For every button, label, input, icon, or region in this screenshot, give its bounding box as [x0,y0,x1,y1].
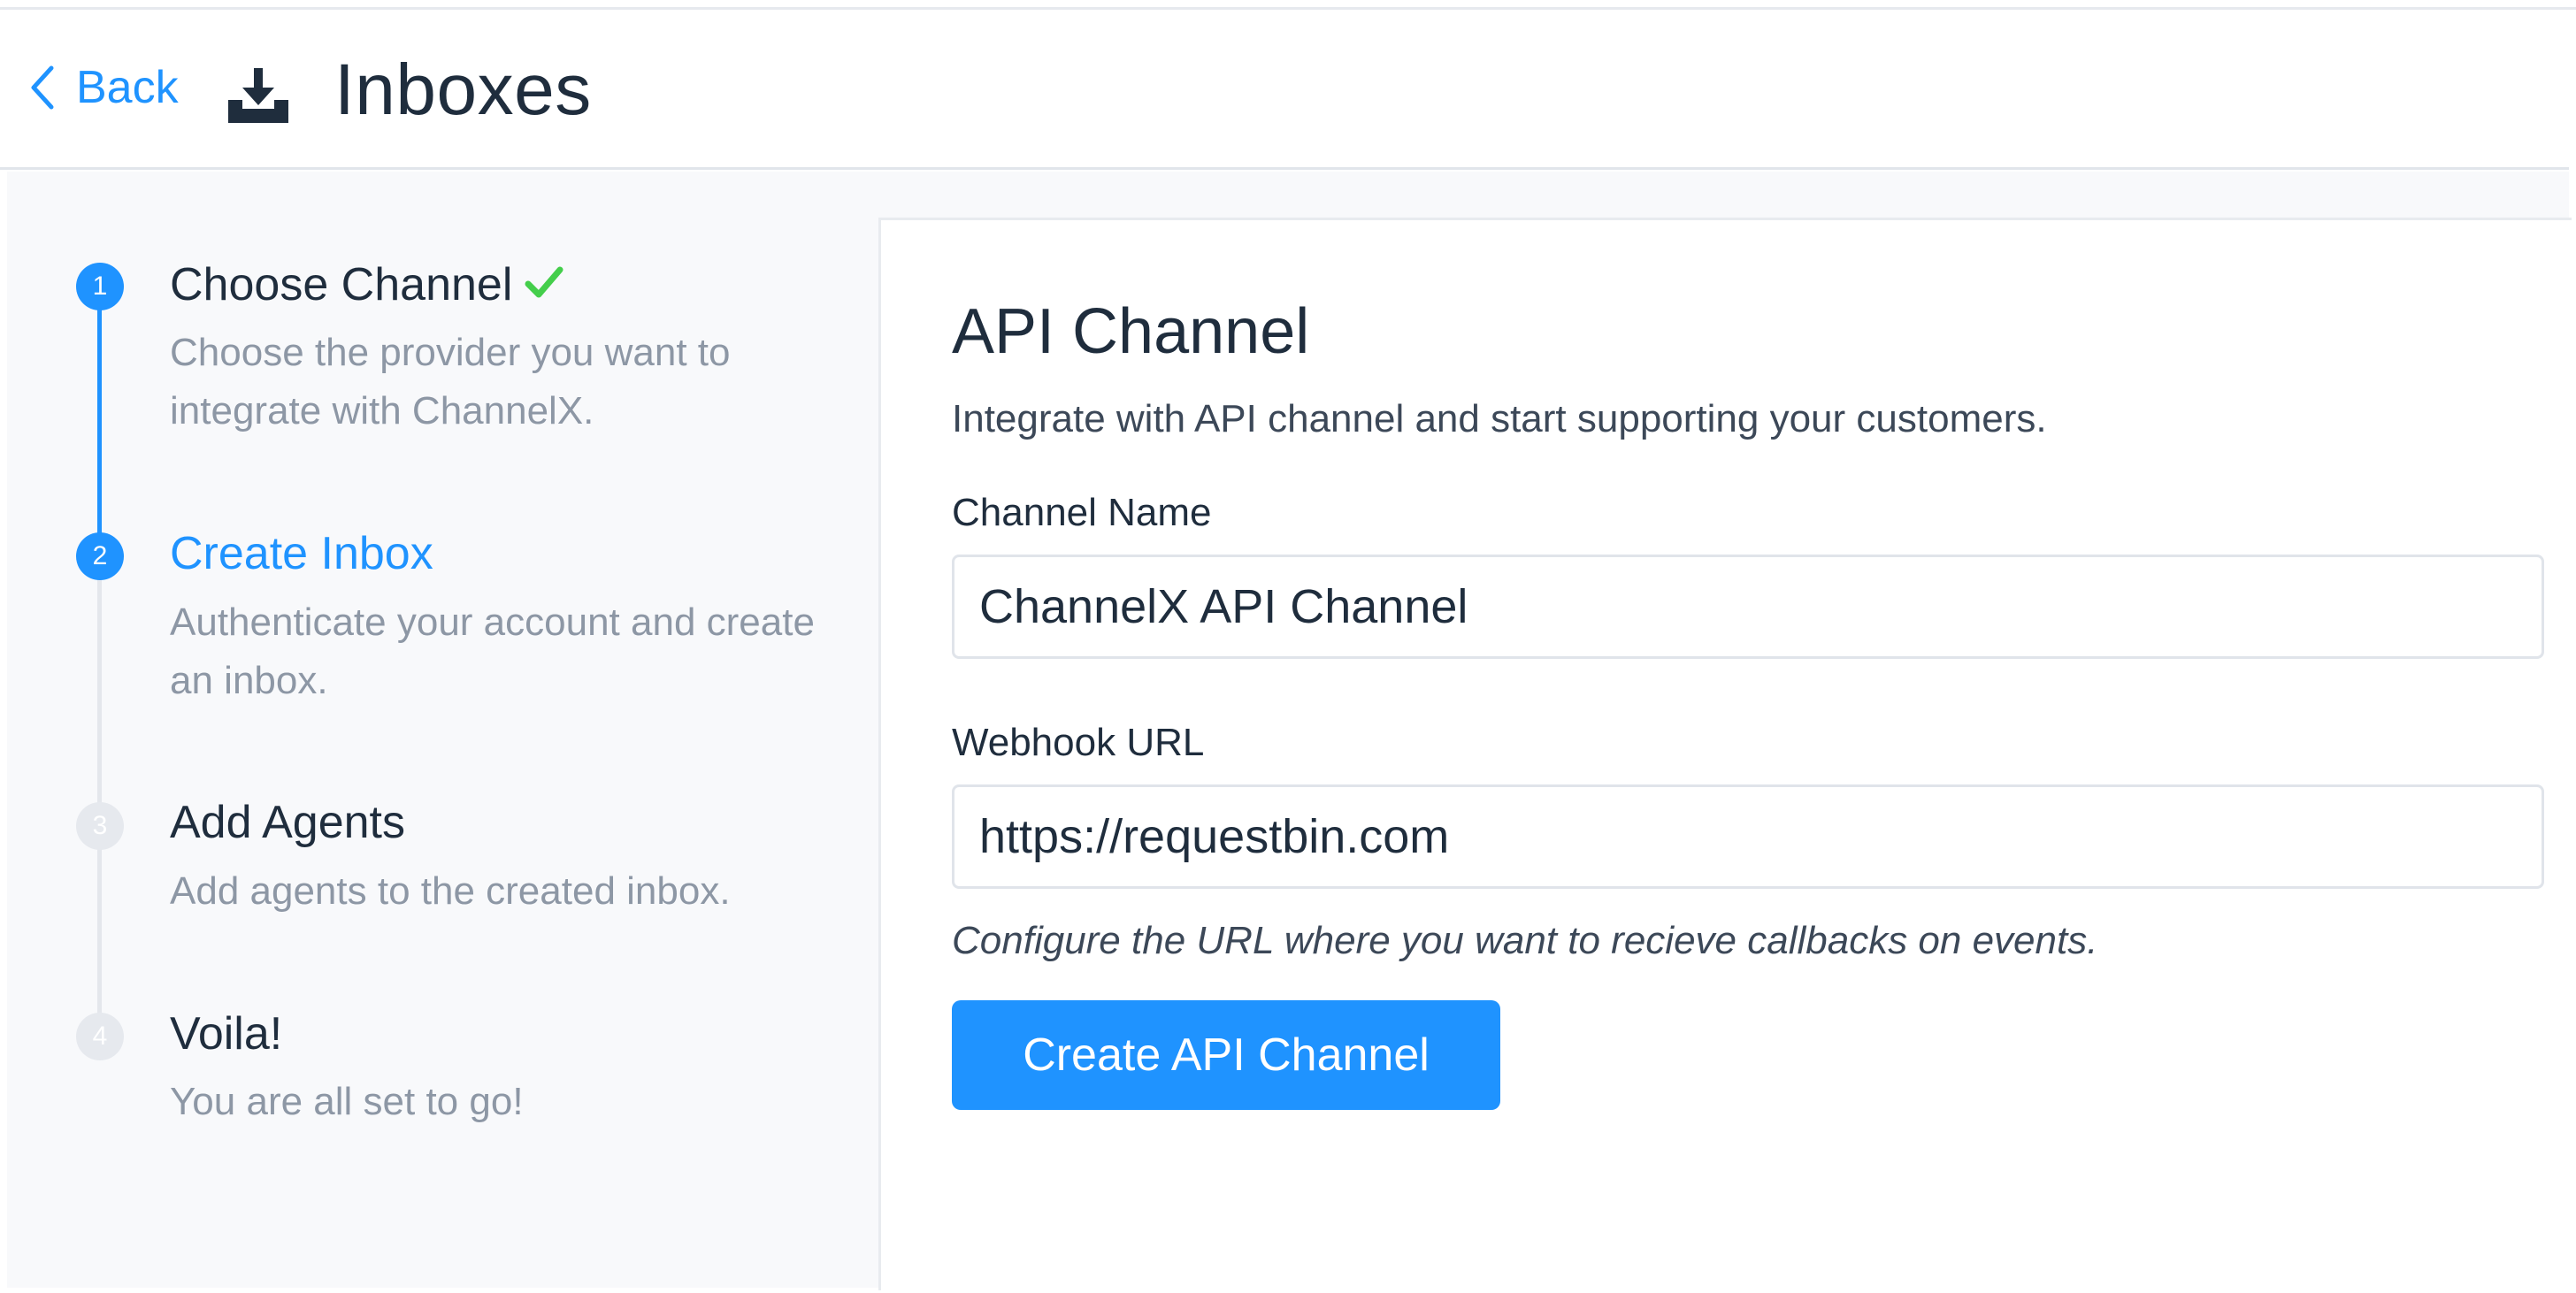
card-description: Integrate with API channel and start sup… [952,397,2047,440]
page: Back Inboxes 1 Choose Channel Choose the… [0,0,2576,1293]
content-area: 1 Choose Channel Choose the provider you… [7,172,2572,1290]
webhook-help-text: Configure the URL where you want to reci… [952,919,2098,962]
step-4-title: Voila! [170,1008,283,1060]
channel-name-input[interactable] [952,555,2544,659]
wizard-progress-line [97,287,102,556]
webhook-url-label: Webhook URL [952,721,1205,764]
channel-name-label: Channel Name [952,491,1212,534]
step-4-description: You are all set to go! [170,1080,524,1123]
wizard-line [97,826,102,1037]
step-1-title: Choose Channel [170,258,565,311]
back-button-label: Back [76,62,179,113]
step-2-title: Create Inbox [170,528,433,579]
step-1-dot: 1 [76,263,124,310]
webhook-url-input[interactable] [952,784,2544,889]
step-3-title: Add Agents [170,797,405,848]
step-1-description: Choose the provider you want to integrat… [170,331,731,432]
step-4-dot: 4 [76,1013,124,1060]
checkmark-icon [525,266,564,298]
card-title: API Channel [952,296,1310,367]
step-3-description: Add agents to the created inbox. [170,869,731,913]
chevron-left-icon [31,65,54,110]
setup-wizard: 1 Choose Channel Choose the provider you… [7,172,878,1288]
inbox-download-icon [228,68,288,123]
page-title: Inboxes [334,50,592,130]
wizard-line [97,556,102,826]
back-button[interactable]: Back [27,61,179,114]
step-2-dot: 2 [76,532,124,580]
step-3-dot: 3 [76,802,124,850]
api-channel-card: API Channel Integrate with API channel a… [878,218,2572,1290]
page-header: Back Inboxes [0,10,2569,170]
step-2-description: Authenticate your account and create an … [170,601,815,702]
create-api-channel-button[interactable]: Create API Channel [952,1000,1500,1110]
